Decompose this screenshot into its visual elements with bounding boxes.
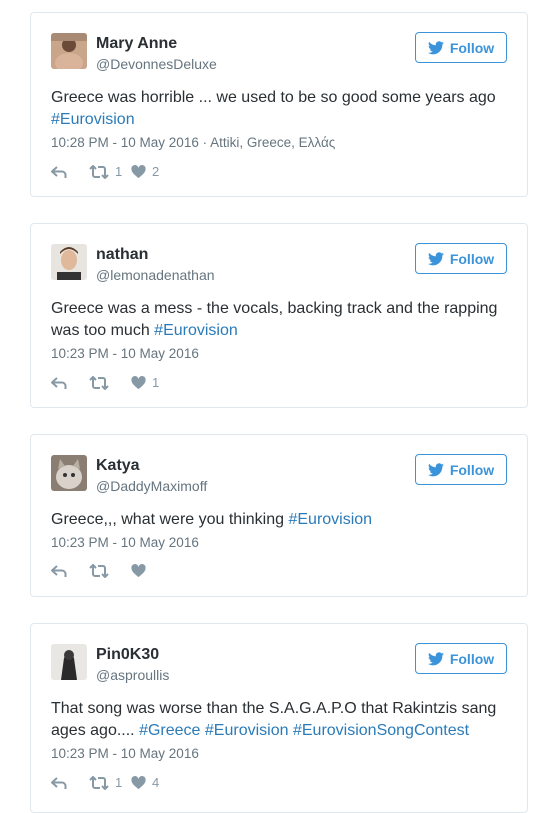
tweet-card: Pin0K30 @asproullis Follow That song was…: [30, 623, 528, 813]
follow-button[interactable]: Follow: [415, 454, 507, 485]
user-handle[interactable]: @DaddyMaximoff: [96, 478, 207, 494]
like-button[interactable]: 2: [131, 164, 159, 179]
timestamp[interactable]: 10:23 PM - 10 May 2016: [51, 346, 199, 361]
hashtag-link[interactable]: #Eurovision: [205, 722, 289, 739]
timestamp[interactable]: 10:23 PM - 10 May 2016: [51, 535, 199, 550]
user-name[interactable]: Mary Anne: [96, 35, 177, 53]
hashtag-link[interactable]: #Greece: [139, 722, 200, 739]
follow-button[interactable]: Follow: [415, 32, 507, 63]
tweet-meta: 10:23 PM - 10 May 2016: [51, 535, 199, 550]
like-count: 2: [152, 164, 160, 179]
tweet-card: nathan @lemonadenathan Follow Greece was…: [30, 223, 528, 408]
follow-label: Follow: [449, 461, 495, 478]
tweet-meta: 10:28 PM - 10 May 2016 · Attiki, Greece,…: [51, 135, 335, 150]
reply-button[interactable]: [51, 776, 89, 790]
user-handle[interactable]: @lemonadenathan: [96, 267, 215, 283]
follow-label: Follow: [449, 250, 495, 267]
retweet-button[interactable]: 1: [89, 164, 131, 179]
reply-button[interactable]: [51, 376, 89, 390]
tweet-actions: 1: [51, 375, 159, 390]
tweet-meta: 10:23 PM - 10 May 2016: [51, 346, 199, 361]
tweet-text: That song was worse than the S.A.G.A.P.O…: [51, 700, 497, 739]
heart-icon: [131, 775, 146, 789]
follow-button[interactable]: Follow: [415, 243, 507, 274]
like-count: 1: [152, 375, 160, 390]
retweet-icon: [89, 164, 109, 179]
tweet-actions: 1 2: [51, 164, 159, 179]
bird-icon: [427, 462, 444, 476]
tweet-card: Katya @DaddyMaximoff Follow Greece,,, wh…: [30, 434, 528, 597]
user-name[interactable]: nathan: [96, 246, 148, 264]
reply-button[interactable]: [51, 564, 89, 578]
timestamp[interactable]: 10:28 PM - 10 May 2016: [51, 135, 199, 150]
user-handle[interactable]: @DevonnesDeluxe: [96, 56, 217, 72]
separator-dot: ·: [202, 135, 208, 150]
follow-label: Follow: [449, 650, 495, 667]
reply-button[interactable]: [51, 165, 89, 179]
hashtag-link[interactable]: #Eurovision: [288, 511, 372, 528]
retweet-count: 1: [115, 164, 123, 179]
hashtag-link[interactable]: #Eurovision: [154, 322, 238, 339]
tweet-card: Mary Anne @DevonnesDeluxe Follow Greece …: [30, 12, 528, 197]
tweet-text: Greece was a mess - the vocals, backing …: [51, 300, 498, 339]
user-handle[interactable]: @asproullis: [96, 667, 169, 683]
bird-icon: [427, 651, 444, 665]
tweet-actions: 1 4: [51, 775, 159, 790]
bird-icon: [427, 40, 444, 54]
heart-icon: [131, 375, 146, 389]
hashtag-link[interactable]: #Eurovision: [51, 111, 135, 128]
like-button[interactable]: [131, 564, 152, 578]
avatar[interactable]: [51, 644, 87, 680]
reply-icon: [51, 565, 67, 577]
user-name[interactable]: Katya: [96, 457, 140, 475]
reply-icon: [51, 776, 67, 789]
retweet-icon: [89, 375, 109, 390]
tweet-text: Greece was horrible ... we used to be so…: [51, 89, 496, 128]
like-button[interactable]: 1: [131, 375, 159, 390]
avatar[interactable]: [51, 33, 87, 69]
retweet-icon: [89, 564, 109, 578]
retweet-button[interactable]: [89, 564, 131, 578]
like-count: 4: [152, 775, 160, 790]
follow-button[interactable]: Follow: [415, 643, 507, 674]
retweet-button[interactable]: 1: [89, 775, 131, 790]
heart-icon: [131, 164, 146, 178]
tweet-meta: 10:23 PM - 10 May 2016: [51, 746, 199, 761]
bird-icon: [427, 251, 444, 265]
tweet-text: Greece,,, what were you thinking #Eurovi…: [51, 511, 373, 528]
retweet-icon: [89, 775, 109, 790]
retweet-count: 1: [115, 775, 123, 790]
timestamp[interactable]: 10:23 PM - 10 May 2016: [51, 746, 199, 761]
like-button[interactable]: 4: [131, 775, 159, 790]
heart-icon: [131, 564, 146, 578]
tweet-actions: [51, 564, 152, 578]
location[interactable]: Attiki, Greece, Ελλάς: [210, 135, 335, 150]
reply-icon: [51, 165, 67, 178]
avatar[interactable]: [51, 244, 87, 280]
reply-icon: [51, 376, 67, 389]
hashtag-link[interactable]: #EurovisionSongContest: [293, 722, 469, 739]
follow-label: Follow: [449, 39, 495, 56]
user-name[interactable]: Pin0K30: [96, 646, 159, 664]
retweet-button[interactable]: [89, 375, 131, 390]
avatar[interactable]: [51, 455, 87, 491]
